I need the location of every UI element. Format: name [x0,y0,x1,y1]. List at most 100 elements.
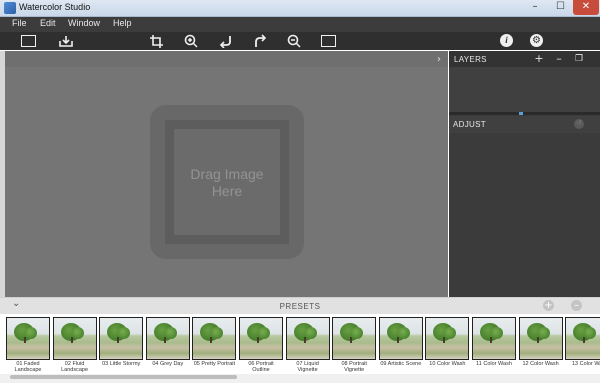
tree-shape [584,327,597,339]
preset-label-line1: 04 Grey Day [152,361,184,367]
tree-trunk [24,337,26,343]
preset-label-line2: Outline [252,367,270,373]
preset-item[interactable]: 11 Color Wash [472,317,516,375]
menu-window[interactable]: Window [68,18,100,28]
adjust-panel [449,133,600,297]
preset-label: 03 Little Stormy [96,361,146,367]
remove-layer-button[interactable]: – [554,52,564,65]
preset-item[interactable]: 08 Portrait Vignette [332,317,377,375]
tree-trunk [490,337,492,343]
redo-icon[interactable] [252,34,268,48]
save-icon[interactable] [58,34,74,48]
adjust-reset-icon[interactable]: ↺ [574,119,584,129]
toolbar: i ⚙ [0,32,600,50]
tree-shape [258,327,270,339]
preset-item[interactable]: 01 Faded Landscape [6,317,50,375]
add-preset-button[interactable]: + [543,300,554,311]
preset-item[interactable]: 03 Little Stormy [96,317,146,375]
preset-label-line1: 03 Little Stormy [102,361,141,367]
preset-item[interactable]: 09 Artistic Scene [376,317,426,375]
preset-label-line1: 11 Color Wash [476,361,512,367]
tree-trunk [536,337,539,343]
tree-trunk [117,337,120,343]
tree-trunk [303,337,306,343]
remove-preset-button[interactable]: – [571,300,582,311]
preset-item[interactable]: 04 Grey Day [143,317,193,375]
maximize-button[interactable]: ☐ [548,0,573,15]
window-titlebar[interactable]: Watercolor Studio – ☐ ✕ [0,0,600,17]
menu-bar: File Edit Window Help [0,17,600,32]
settings-icon[interactable]: ⚙ [530,34,543,47]
preset-label-line1: 05 Pretty Portrait [193,361,236,367]
preset-thumbnail [378,317,423,360]
menu-edit[interactable]: Edit [40,18,56,28]
preset-item[interactable]: 07 Liquid Vignette [283,317,333,375]
panel-divider[interactable] [449,112,600,115]
menu-file[interactable]: File [12,18,27,28]
drop-text-line1: Drag Image [190,166,264,182]
preset-item[interactable]: 13 Color Wa [565,317,600,375]
preset-label: 07 Liquid Vignette [283,361,333,373]
preset-item[interactable]: 06 Portrait Outline [239,317,283,375]
preset-thumbnail [99,317,144,360]
close-button[interactable]: ✕ [573,0,599,15]
preset-thumbnail [6,317,50,360]
preset-thumbnail [285,317,330,360]
preset-thumbnail [518,317,563,360]
drop-zone-label: Drag Image Here [174,166,280,200]
preset-label-line1: 10 Color Wash [429,361,466,367]
divider-handle[interactable] [519,112,523,115]
preset-label-line2: Vignette [344,367,365,373]
tree-trunk [583,337,586,343]
preset-thumbnail [145,317,190,360]
tree-shape [211,327,224,339]
duplicate-layer-button[interactable]: ❐ [574,54,584,64]
add-layer-button[interactable]: + [534,52,544,65]
preset-label: 02 Fluid Landscape [50,361,100,373]
layers-title: LAYERS [454,55,487,64]
open-image-icon[interactable] [21,35,36,47]
minimize-button[interactable]: – [522,0,548,15]
preset-thumbnail [425,317,470,360]
preset-label-line1: 12 Color Wash [522,361,559,367]
preset-thumbnail [52,317,97,360]
layers-list[interactable] [449,67,600,112]
info-icon[interactable]: i [500,34,513,47]
crop-icon[interactable] [149,34,165,48]
tree-trunk [396,337,399,343]
tree-trunk [350,337,353,343]
preset-item[interactable]: 10 Color Wash [422,317,472,375]
preset-label-line2: Vignette [297,367,318,373]
tree-shape [164,327,177,339]
app-icon [4,2,16,14]
tree-shape [351,327,364,339]
canvas-header [5,51,448,67]
preset-label: 09 Artistic Scene [376,361,426,367]
zoom-in-icon[interactable] [183,34,199,48]
preset-label: 10 Color Wash [422,361,472,367]
fit-screen-icon[interactable] [321,35,336,47]
preset-label-line1: 09 Artistic Scene [380,361,422,367]
panel-toggle-icon[interactable]: › [437,54,441,65]
preset-label-line2: Landscape [14,367,42,373]
preset-item[interactable]: 02 Fluid Landscape [50,317,100,375]
zoom-out-icon[interactable] [286,34,302,48]
preset-label-line1: 13 Color Wa [572,361,600,367]
preset-label: 11 Color Wash [469,361,519,367]
tree-shape [118,327,131,339]
tree-shape [397,327,410,339]
preset-label: 04 Grey Day [143,361,193,367]
preset-item[interactable]: 05 Pretty Portrait [189,317,239,375]
preset-label: 01 Faded Landscape [3,361,53,373]
undo-icon[interactable] [218,34,234,49]
preset-label: 05 Pretty Portrait [189,361,239,367]
preset-item[interactable]: 12 Color Wash [518,317,563,375]
presets-scroll-thumb[interactable] [10,375,237,379]
preset-thumbnail [192,317,237,360]
preset-thumbnail [239,317,283,360]
presets-title: PRESETS [279,302,321,311]
tree-trunk [443,337,446,343]
preset-thumbnail [565,317,600,360]
preset-thumbnail [472,317,516,360]
menu-help[interactable]: Help [113,18,132,28]
